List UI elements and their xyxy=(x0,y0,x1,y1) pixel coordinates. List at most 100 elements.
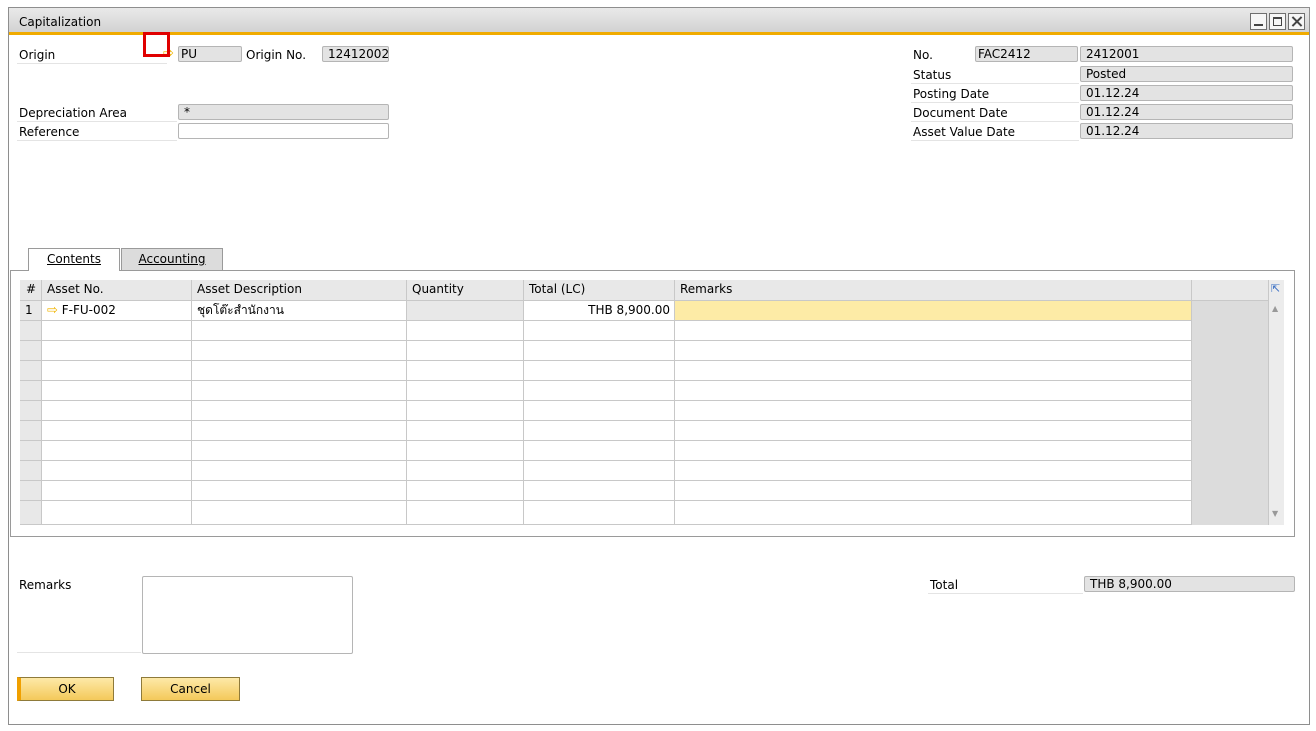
tab-contents[interactable]: Contents xyxy=(28,248,120,271)
table-cell[interactable] xyxy=(675,321,1192,341)
row-number[interactable] xyxy=(20,441,42,461)
table-cell-description[interactable]: ชุดโต๊ะสำนักงาน xyxy=(192,301,407,321)
table-cell-asset-no[interactable]: ⇨ F-FU-002 xyxy=(42,301,192,321)
table-cell[interactable] xyxy=(42,381,192,401)
expand-icon[interactable]: ⇱ xyxy=(1271,282,1280,295)
table-cell[interactable] xyxy=(524,401,675,421)
scroll-up-icon[interactable]: ▲ xyxy=(1272,304,1278,313)
scroll-down-icon[interactable]: ▼ xyxy=(1272,509,1278,518)
table-cell[interactable] xyxy=(192,401,407,421)
row-number[interactable]: 1 xyxy=(20,301,42,321)
table-cell[interactable] xyxy=(192,341,407,361)
series-field[interactable]: FAC2412 xyxy=(975,46,1078,62)
table-cell[interactable] xyxy=(675,381,1192,401)
table-cell[interactable] xyxy=(675,441,1192,461)
row-number[interactable] xyxy=(20,341,42,361)
table-cell[interactable] xyxy=(407,361,524,381)
table-cell[interactable] xyxy=(407,401,524,421)
table-cell[interactable] xyxy=(675,401,1192,421)
row-number[interactable] xyxy=(20,401,42,421)
table-cell[interactable] xyxy=(42,361,192,381)
row-number[interactable] xyxy=(20,501,42,525)
row-number[interactable] xyxy=(20,321,42,341)
table-cell[interactable] xyxy=(407,501,524,525)
link-arrow-icon[interactable]: ⇨ xyxy=(47,304,58,318)
table-cell[interactable] xyxy=(675,341,1192,361)
table-cell-remarks[interactable] xyxy=(675,301,1192,321)
table-cell[interactable] xyxy=(675,361,1192,381)
table-cell[interactable] xyxy=(192,441,407,461)
table-cell[interactable] xyxy=(524,341,675,361)
table-cell[interactable] xyxy=(42,421,192,441)
table-cell[interactable] xyxy=(192,381,407,401)
origin-label: Origin xyxy=(19,48,56,62)
table-cell[interactable] xyxy=(42,441,192,461)
table-cell[interactable] xyxy=(42,501,192,525)
column-header-total[interactable]: Total (LC) xyxy=(524,280,675,301)
table-cell[interactable] xyxy=(192,361,407,381)
origin-no-field: 12412002 xyxy=(322,46,389,62)
table-cell[interactable] xyxy=(192,481,407,501)
tab-accounting[interactable]: Accounting xyxy=(121,248,223,270)
column-header-row-number[interactable]: # xyxy=(20,280,42,301)
row-number[interactable] xyxy=(20,361,42,381)
table-cell[interactable] xyxy=(42,461,192,481)
divider xyxy=(911,102,1079,103)
column-header-quantity[interactable]: Quantity xyxy=(407,280,524,301)
table-cell[interactable] xyxy=(192,501,407,525)
table-cell[interactable] xyxy=(675,481,1192,501)
row-number[interactable] xyxy=(20,421,42,441)
column-header-asset-description[interactable]: Asset Description xyxy=(192,280,407,301)
table-cell-quantity[interactable] xyxy=(407,301,524,321)
divider xyxy=(911,140,1079,141)
tab-contents-label: Contents xyxy=(47,252,101,266)
divider xyxy=(928,593,1083,594)
table-cell[interactable] xyxy=(524,361,675,381)
cancel-button[interactable]: Cancel xyxy=(141,677,240,701)
reference-input[interactable] xyxy=(178,123,389,139)
table-cell[interactable] xyxy=(192,321,407,341)
depreciation-area-field[interactable]: * xyxy=(178,104,389,120)
table-cell[interactable] xyxy=(524,441,675,461)
column-header-asset-no[interactable]: Asset No. xyxy=(42,280,192,301)
table-cell[interactable] xyxy=(407,461,524,481)
vertical-scrollbar[interactable]: ⇱ ▲ ▼ xyxy=(1268,280,1284,525)
table-cell[interactable] xyxy=(42,341,192,361)
asset-no-value: F-FU-002 xyxy=(61,303,116,317)
column-header-remarks[interactable]: Remarks xyxy=(675,280,1192,301)
ok-button[interactable]: OK xyxy=(17,677,114,701)
table-cell[interactable] xyxy=(192,461,407,481)
table-cell[interactable] xyxy=(407,321,524,341)
table-cell[interactable] xyxy=(675,501,1192,525)
minimize-icon[interactable] xyxy=(1250,13,1267,30)
table-cell[interactable] xyxy=(524,481,675,501)
row-number[interactable] xyxy=(20,461,42,481)
close-icon[interactable] xyxy=(1288,13,1305,30)
table-cell[interactable] xyxy=(42,401,192,421)
table-cell[interactable] xyxy=(407,421,524,441)
status-field: Posted xyxy=(1080,66,1293,82)
table-cell[interactable] xyxy=(407,441,524,461)
table-cell[interactable] xyxy=(407,341,524,361)
table-cell[interactable] xyxy=(675,461,1192,481)
row-number[interactable] xyxy=(20,381,42,401)
table-cell[interactable] xyxy=(524,321,675,341)
table-cell[interactable] xyxy=(407,381,524,401)
table-cell[interactable] xyxy=(42,481,192,501)
divider xyxy=(17,652,141,653)
table-cell[interactable] xyxy=(524,461,675,481)
divider xyxy=(911,83,1079,84)
maximize-icon[interactable] xyxy=(1269,13,1286,30)
divider xyxy=(17,140,177,141)
table-cell[interactable] xyxy=(524,421,675,441)
table-cell[interactable] xyxy=(524,381,675,401)
table-cell[interactable] xyxy=(524,501,675,525)
row-number[interactable] xyxy=(20,481,42,501)
table-cell[interactable] xyxy=(675,421,1192,441)
remarks-textarea[interactable] xyxy=(142,576,353,654)
table-cell[interactable] xyxy=(42,321,192,341)
table-cell[interactable] xyxy=(407,481,524,501)
title-bar[interactable]: Capitalization xyxy=(9,8,1309,35)
table-cell[interactable] xyxy=(192,421,407,441)
table-cell-total[interactable]: THB 8,900.00 xyxy=(524,301,675,321)
